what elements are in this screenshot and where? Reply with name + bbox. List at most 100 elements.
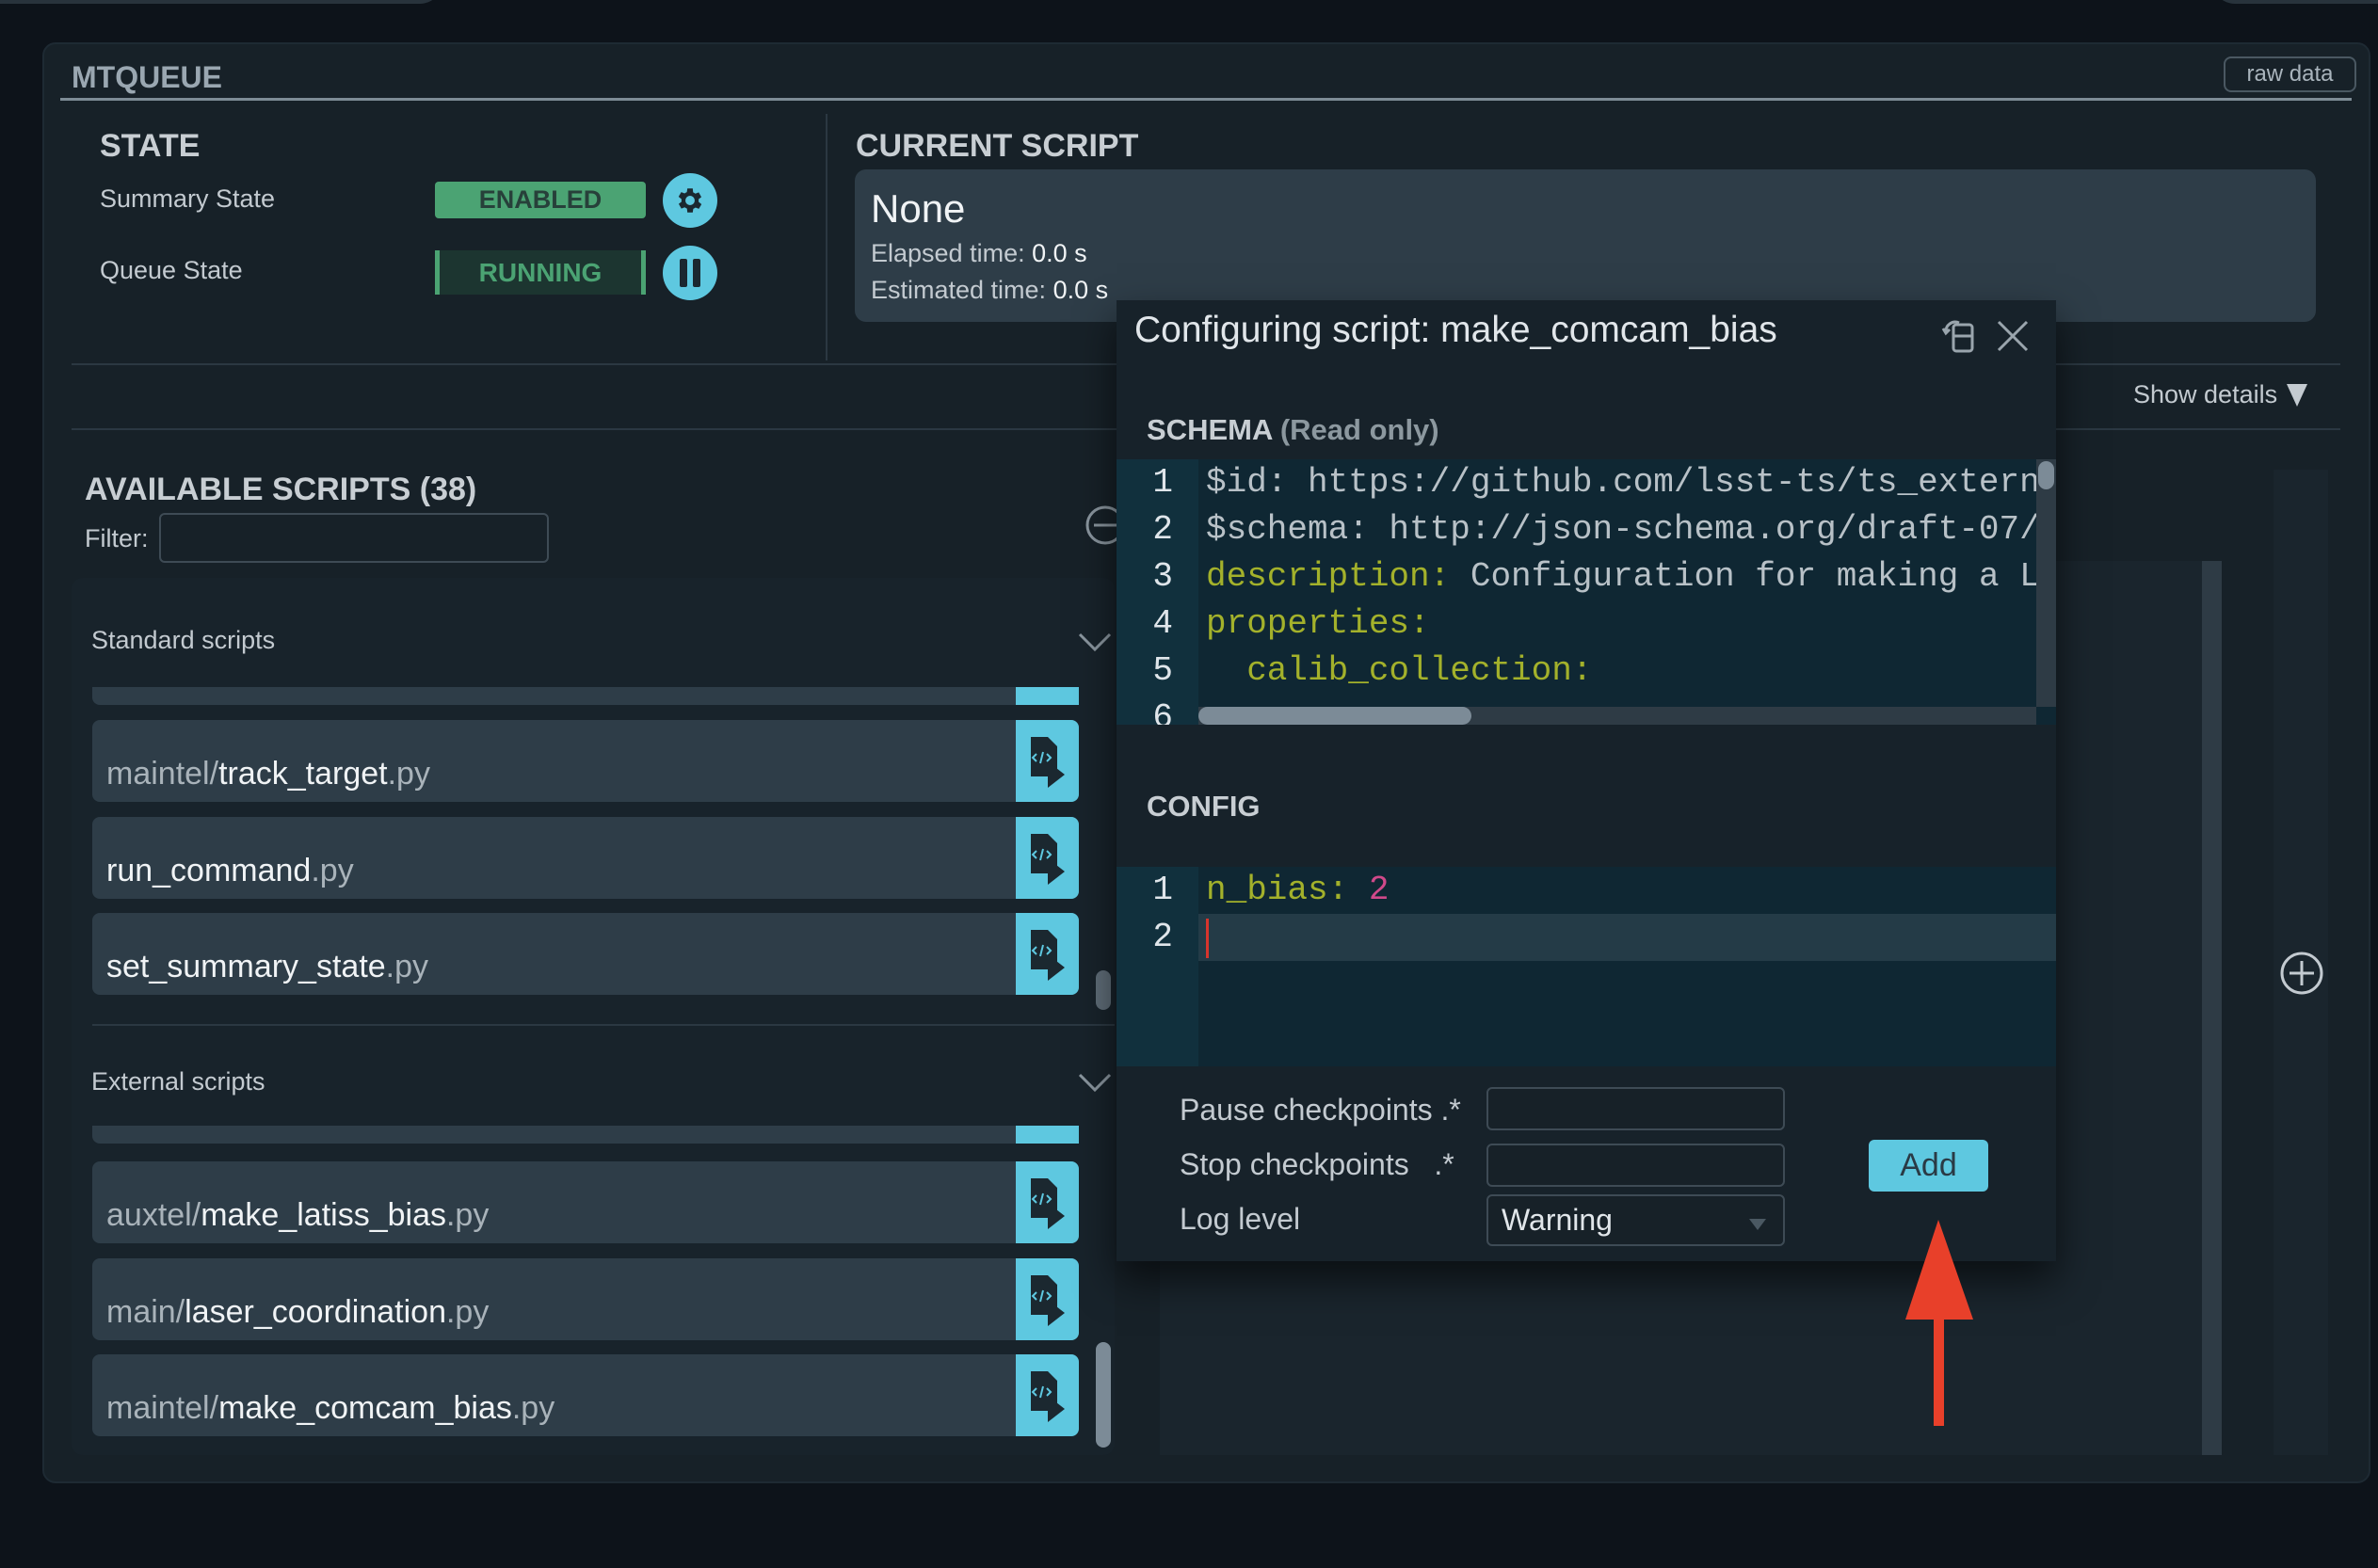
config-heading: CONFIG bbox=[1147, 790, 1261, 823]
undock-icon[interactable] bbox=[1940, 317, 1978, 355]
code-line: 5 calib_collection: bbox=[1117, 648, 2056, 695]
log-level-select[interactable]: Warning bbox=[1486, 1194, 1785, 1246]
script-item[interactable]: maintel/make_comcam_bias.py bbox=[92, 1354, 1079, 1436]
code-key: n_bias: bbox=[1206, 871, 1349, 909]
script-ext: .py bbox=[387, 756, 430, 792]
schema-label: SCHEMA bbox=[1147, 413, 1273, 446]
pause-queue-button[interactable] bbox=[663, 246, 717, 300]
code-line: 1 n_bias: 2 bbox=[1117, 867, 2056, 914]
schema-v-scrollbar[interactable] bbox=[2036, 459, 2056, 707]
available-scripts-heading: AVAILABLE SCRIPTS (38) bbox=[85, 472, 477, 507]
script-item[interactable]: maintel/track_target.py bbox=[92, 720, 1079, 802]
schema-read-only-note: (Read only) bbox=[1279, 413, 1439, 446]
dropdown-arrow-icon bbox=[1749, 1219, 1766, 1230]
schema-heading: SCHEMA (Read only) bbox=[1147, 413, 1439, 447]
script-ext: .py bbox=[445, 1294, 490, 1330]
close-icon[interactable] bbox=[1996, 319, 2030, 353]
text-cursor bbox=[1206, 919, 1209, 958]
elapsed-time: Elapsed time: 0.0 s bbox=[871, 239, 1087, 268]
line-number: 6 bbox=[1152, 698, 1173, 725]
pause-checkpoints-label: Pause checkpoints .* bbox=[1180, 1093, 1461, 1128]
line-number: 1 bbox=[1152, 871, 1173, 909]
queue-state-badge: RUNNING bbox=[435, 250, 646, 295]
script-name: track_target bbox=[218, 756, 388, 792]
launch-script-button[interactable] bbox=[1016, 1161, 1079, 1243]
schema-editor[interactable]: 1 $id: https://github.com/lsst-ts/ts_exte… bbox=[1117, 459, 2056, 725]
line-number: 2 bbox=[1152, 510, 1173, 549]
stop-label-text: Stop checkpoints bbox=[1180, 1147, 1409, 1181]
stop-suffix: .* bbox=[1434, 1147, 1454, 1181]
line-number: 5 bbox=[1152, 651, 1173, 690]
settings-button[interactable] bbox=[663, 173, 717, 228]
launch-script-button[interactable] bbox=[1016, 817, 1079, 899]
script-ext: .py bbox=[385, 949, 429, 984]
chevron-down-icon[interactable] bbox=[1078, 1073, 1112, 1094]
script-item-partial[interactable] bbox=[92, 1126, 1079, 1144]
standard-scrollbar[interactable] bbox=[1096, 970, 1111, 1010]
queue-scrollbar[interactable] bbox=[2202, 561, 2222, 1455]
line-number: 1 bbox=[1152, 463, 1173, 502]
external-scripts-label[interactable]: External scripts bbox=[91, 1067, 265, 1096]
current-script-heading: CURRENT SCRIPT bbox=[856, 128, 1139, 164]
summary-state-label: Summary State bbox=[100, 184, 276, 213]
elapsed-label: Elapsed time: bbox=[871, 239, 1025, 267]
stop-checkpoints-label: Stop checkpoints .* bbox=[1180, 1147, 1454, 1182]
scroll-thumb[interactable] bbox=[1198, 707, 1471, 725]
script-path: auxtel/ bbox=[106, 1197, 201, 1233]
configure-script-dialog: Configuring script: make_comcam_bias SCH… bbox=[1117, 300, 2056, 1261]
add-circle-icon[interactable] bbox=[2279, 951, 2324, 996]
script-item[interactable]: run_command.py bbox=[92, 817, 1079, 899]
code-line: 1 $id: https://github.com/lsst-ts/ts_exte… bbox=[1117, 459, 2056, 506]
code-line: 4 properties: bbox=[1117, 600, 2056, 648]
filter-input[interactable] bbox=[159, 513, 549, 563]
script-item[interactable]: main/laser_coordination.py bbox=[92, 1258, 1079, 1340]
top-bar-left bbox=[0, 0, 442, 4]
scroll-thumb[interactable] bbox=[2038, 461, 2054, 489]
gear-icon bbox=[678, 188, 702, 213]
current-script-name: None bbox=[871, 186, 966, 231]
group-divider bbox=[92, 1024, 1115, 1026]
chevron-down-icon[interactable] bbox=[1078, 632, 1112, 653]
stop-checkpoints-input[interactable] bbox=[1486, 1144, 1785, 1187]
script-file-play-icon bbox=[1030, 1370, 1065, 1422]
triangle-down-icon bbox=[2287, 383, 2308, 407]
top-bar-right bbox=[2212, 0, 2378, 4]
line-number: 3 bbox=[1152, 557, 1173, 596]
launch-script-button[interactable] bbox=[1016, 913, 1079, 995]
code-text: $schema: http://json-schema.org/draft-07… bbox=[1206, 510, 2040, 549]
script-ext: .py bbox=[445, 1197, 490, 1233]
launch-script-button[interactable] bbox=[1016, 1354, 1079, 1436]
launch-script-button[interactable] bbox=[1016, 1258, 1079, 1340]
code-text: Configuration for making a L bbox=[1450, 557, 2040, 596]
show-details-toggle[interactable]: Show details bbox=[2133, 380, 2308, 409]
script-ext: .py bbox=[311, 853, 354, 888]
state-heading: STATE bbox=[100, 128, 201, 164]
code-text: $id: https://github.com/lsst-ts/ts_exter… bbox=[1206, 463, 2040, 502]
queue-state-label: Queue State bbox=[100, 256, 243, 284]
raw-data-button[interactable]: raw data bbox=[2224, 56, 2356, 92]
pause-checkpoints-input[interactable] bbox=[1486, 1087, 1785, 1130]
script-item-partial[interactable] bbox=[92, 687, 1079, 705]
external-scrollbar[interactable] bbox=[1096, 1342, 1111, 1448]
add-button[interactable]: Add bbox=[1869, 1140, 1988, 1192]
script-path: maintel/ bbox=[106, 756, 219, 792]
elapsed-value: 0.0 s bbox=[1032, 239, 1087, 267]
schema-h-scrollbar[interactable] bbox=[1198, 707, 2036, 725]
launch-script-button[interactable] bbox=[1016, 720, 1079, 802]
pause-suffix: .* bbox=[1440, 1093, 1461, 1127]
script-path: main/ bbox=[106, 1294, 185, 1330]
script-name: make_comcam_bias bbox=[218, 1390, 512, 1426]
script-name: laser_coordination bbox=[185, 1294, 446, 1330]
code-line: 2 bbox=[1117, 914, 2056, 961]
pause-label-text: Pause checkpoints bbox=[1180, 1093, 1433, 1127]
standard-scripts-label[interactable]: Standard scripts bbox=[91, 626, 275, 655]
show-details-label: Show details bbox=[2133, 380, 2278, 408]
script-name: run_command bbox=[106, 853, 312, 888]
script-item[interactable]: auxtel/make_latiss_bias.py bbox=[92, 1161, 1079, 1243]
script-item[interactable]: set_summary_state.py bbox=[92, 913, 1079, 995]
estimated-value: 0.0 s bbox=[1052, 276, 1109, 304]
script-file-play-icon bbox=[1030, 929, 1065, 981]
log-level-value: Warning bbox=[1502, 1203, 1613, 1237]
config-editor[interactable]: 1 n_bias: 2 2 bbox=[1117, 867, 2056, 1066]
code-line: 3 description: Configuration for making a… bbox=[1117, 553, 2056, 600]
